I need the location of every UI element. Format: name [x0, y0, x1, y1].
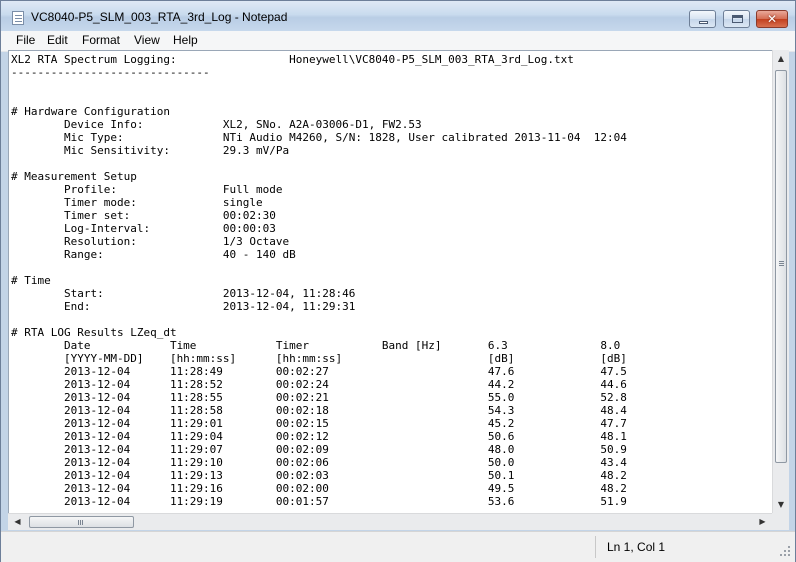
status-bar: Ln 1, Col 1	[1, 531, 795, 562]
horizontal-scrollbar[interactable]: ◀ ▶	[8, 513, 772, 530]
menu-file[interactable]: File	[16, 33, 35, 47]
window-title: VC8040-P5_SLM_003_RTA_3rd_Log - Notepad	[31, 10, 288, 24]
notepad-icon	[12, 11, 24, 25]
menu-format[interactable]: Format	[82, 33, 120, 47]
document-text[interactable]: XL2 RTA Spectrum Logging: Honeywell\VC80…	[9, 51, 772, 508]
grip-icon	[779, 261, 784, 262]
vertical-scroll-thumb[interactable]	[775, 70, 787, 463]
grip-icon	[78, 520, 79, 525]
minimize-button[interactable]	[689, 10, 716, 28]
scroll-down-icon[interactable]: ▼	[773, 496, 789, 513]
title-bar[interactable]: VC8040-P5_SLM_003_RTA_3rd_Log - Notepad …	[1, 1, 795, 31]
scrollbar-corner	[772, 513, 789, 530]
scroll-left-icon[interactable]: ◀	[9, 514, 26, 530]
menu-edit[interactable]: Edit	[47, 33, 68, 47]
scroll-right-icon[interactable]: ▶	[754, 514, 771, 530]
minimize-icon	[699, 21, 708, 24]
menu-view[interactable]: View	[134, 33, 160, 47]
notepad-window: VC8040-P5_SLM_003_RTA_3rd_Log - Notepad …	[0, 0, 796, 562]
close-button[interactable]: ✕	[756, 10, 788, 28]
resize-grip-icon[interactable]	[779, 546, 791, 558]
maximize-icon	[732, 15, 743, 23]
status-divider	[595, 536, 596, 558]
text-editor[interactable]: XL2 RTA Spectrum Logging: Honeywell\VC80…	[8, 50, 772, 513]
scroll-up-icon[interactable]: ▲	[773, 50, 789, 67]
vertical-scrollbar[interactable]: ▲ ▼	[772, 50, 789, 513]
close-icon: ✕	[766, 12, 778, 26]
menu-bar: File Edit Format View Help	[1, 31, 795, 52]
menu-help[interactable]: Help	[173, 33, 198, 47]
horizontal-scroll-thumb[interactable]	[29, 516, 134, 528]
maximize-button[interactable]	[723, 10, 750, 28]
cursor-position: Ln 1, Col 1	[607, 540, 666, 554]
